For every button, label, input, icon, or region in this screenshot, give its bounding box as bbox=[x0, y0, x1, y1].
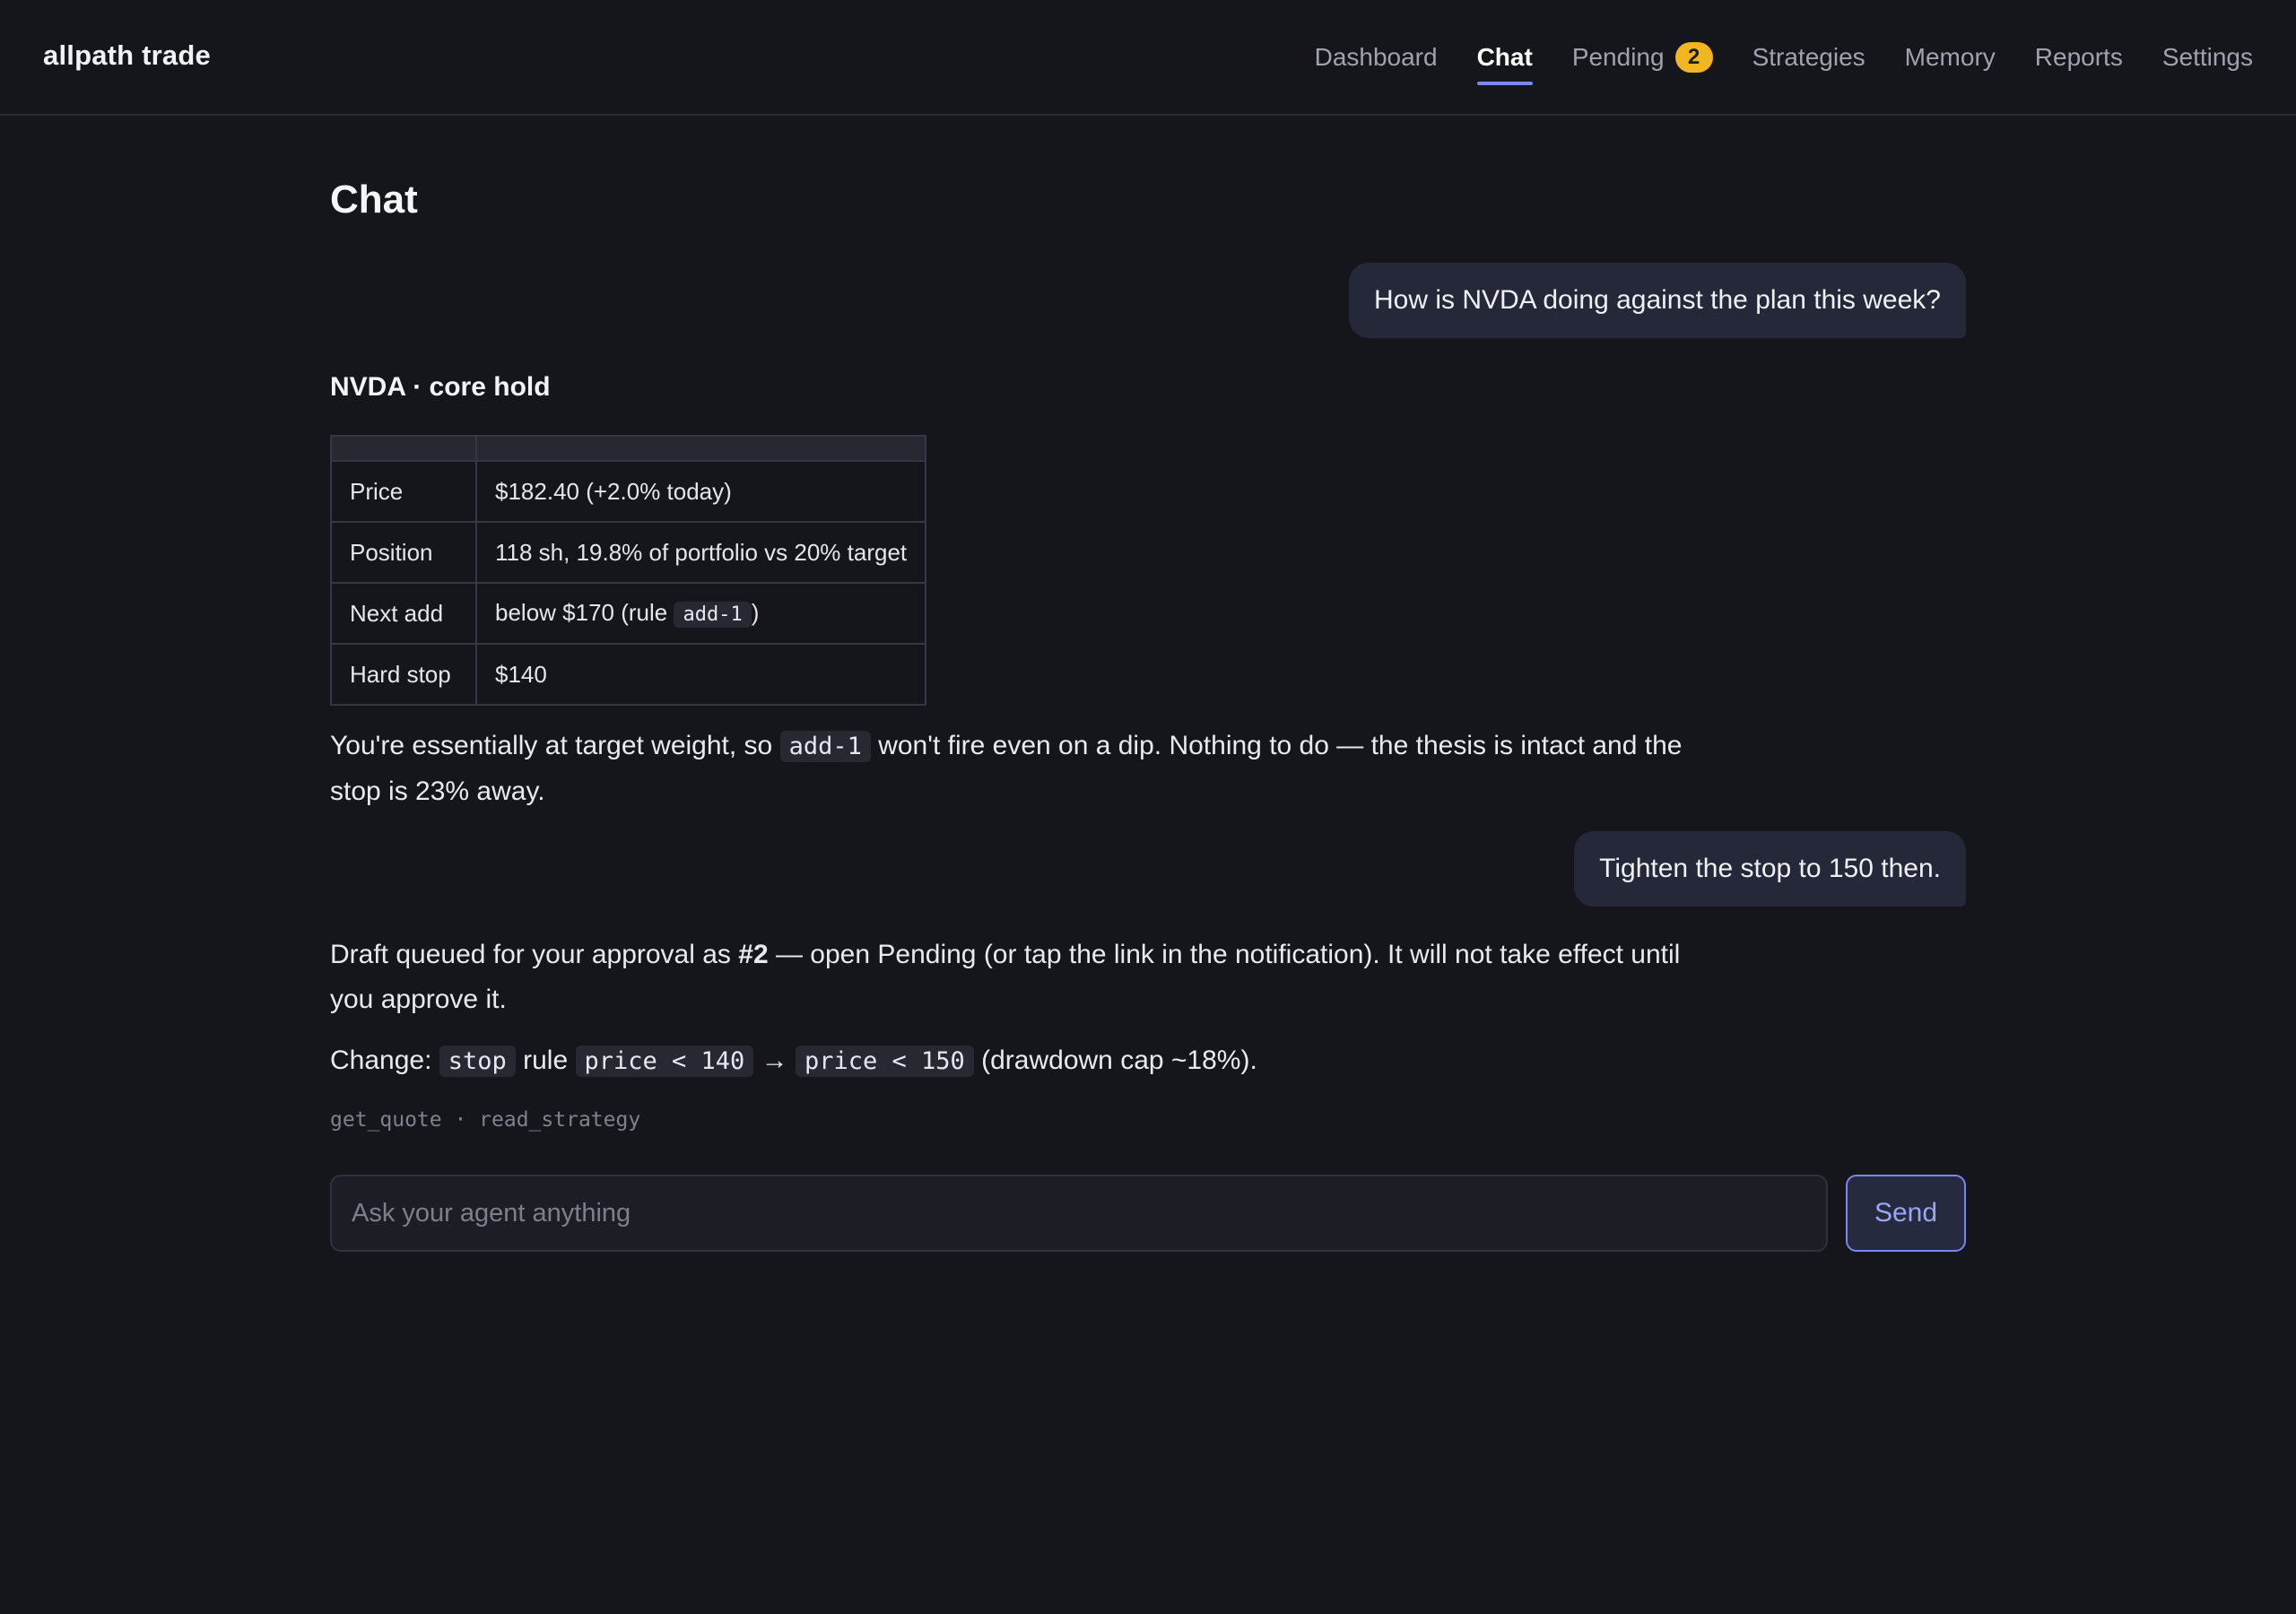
row-label: Price bbox=[330, 460, 477, 523]
nav-reports-label: Reports bbox=[2034, 42, 2123, 71]
nav-settings-label: Settings bbox=[2161, 42, 2253, 71]
nav-memory[interactable]: Memory bbox=[1905, 0, 1996, 114]
nav-reports[interactable]: Reports bbox=[2035, 0, 2123, 114]
assistant-message: Draft queued for your approval as #2 — o… bbox=[330, 933, 1693, 1084]
table-row: Hard stop $140 bbox=[330, 643, 927, 706]
row-label: Next add bbox=[330, 582, 477, 645]
value-prefix: below $170 (rule bbox=[495, 598, 674, 626]
stop-code: stop bbox=[439, 1046, 516, 1077]
table-row: Position 118 sh, 19.8% of portfolio vs 2… bbox=[330, 521, 927, 584]
nav-pending-label: Pending bbox=[1571, 42, 1665, 71]
change-label: Change: bbox=[330, 1046, 439, 1075]
rule-word: rule bbox=[515, 1046, 576, 1075]
send-button[interactable]: Send bbox=[1846, 1175, 1966, 1252]
row-label: Position bbox=[330, 521, 477, 584]
inline-code: add-1 bbox=[779, 731, 871, 762]
row-value: $182.40 (+2.0% today) bbox=[474, 460, 927, 523]
brand-logo[interactable]: allpath trade bbox=[43, 39, 211, 72]
composer: Send bbox=[330, 1175, 1966, 1252]
row-value: 118 sh, 19.8% of portfolio vs 20% target bbox=[474, 521, 927, 584]
assistant-message: NVDA · core hold Price $182.40 (+2.0% to… bbox=[330, 365, 1693, 814]
change-summary: Change: stop rule price < 140 → price < … bbox=[330, 1038, 1693, 1084]
nav-strategies[interactable]: Strategies bbox=[1752, 0, 1866, 114]
old-rule-code: price < 140 bbox=[575, 1046, 754, 1077]
nav-dashboard[interactable]: Dashboard bbox=[1315, 0, 1438, 114]
rule-code: add-1 bbox=[674, 601, 752, 628]
reply-prefix: You're essentially at target weight, so bbox=[330, 731, 780, 760]
row-value: $140 bbox=[474, 643, 927, 706]
nav-chat-label: Chat bbox=[1476, 42, 1533, 71]
user-message: Tighten the stop to 150 then. bbox=[1574, 831, 1966, 907]
table-row: Price $182.40 (+2.0% today) bbox=[330, 460, 927, 523]
nav-pending[interactable]: Pending 2 bbox=[1572, 0, 1713, 114]
arrow: → bbox=[753, 1046, 796, 1075]
position-table: Price $182.40 (+2.0% today) Position 118… bbox=[330, 435, 927, 706]
nav-dashboard-label: Dashboard bbox=[1314, 42, 1438, 71]
card-title: NVDA · core hold bbox=[330, 372, 551, 402]
row-label: Hard stop bbox=[330, 643, 477, 706]
table-row: Next add below $170 (rule add-1) bbox=[330, 582, 927, 645]
row-value: below $170 (rule add-1) bbox=[474, 582, 927, 645]
chat-input[interactable] bbox=[330, 1175, 1828, 1252]
reply-prefix: Draft queued for your approval as bbox=[330, 940, 739, 969]
tool-calls: get_quote · read_strategy bbox=[330, 1108, 641, 1132]
nav-memory-label: Memory bbox=[1904, 42, 1996, 71]
pending-count-badge: 2 bbox=[1674, 41, 1713, 73]
top-bar: allpath trade Dashboard Chat Pending 2 S… bbox=[0, 0, 2296, 116]
nav-strategies-label: Strategies bbox=[1752, 42, 1866, 71]
value-suffix: ) bbox=[751, 598, 760, 626]
nav-settings[interactable]: Settings bbox=[2162, 0, 2253, 114]
draft-number: #2 bbox=[738, 940, 769, 969]
chat-main: Chat How is NVDA doing against the plan … bbox=[330, 116, 1966, 1252]
assistant-reply-text: Draft queued for your approval as #2 — o… bbox=[330, 933, 1693, 1022]
nav-chat[interactable]: Chat bbox=[1476, 0, 1534, 114]
change-suffix: (drawdown cap ~18%). bbox=[973, 1046, 1257, 1075]
page-title: Chat bbox=[330, 178, 418, 221]
table-header-row bbox=[330, 435, 927, 462]
main-nav: Dashboard Chat Pending 2 Strategies Memo… bbox=[1315, 0, 2253, 114]
assistant-reply-text: You're essentially at target weight, so … bbox=[330, 724, 1693, 814]
new-rule-code: price < 150 bbox=[795, 1046, 974, 1077]
user-message: How is NVDA doing against the plan this … bbox=[1348, 263, 1966, 338]
